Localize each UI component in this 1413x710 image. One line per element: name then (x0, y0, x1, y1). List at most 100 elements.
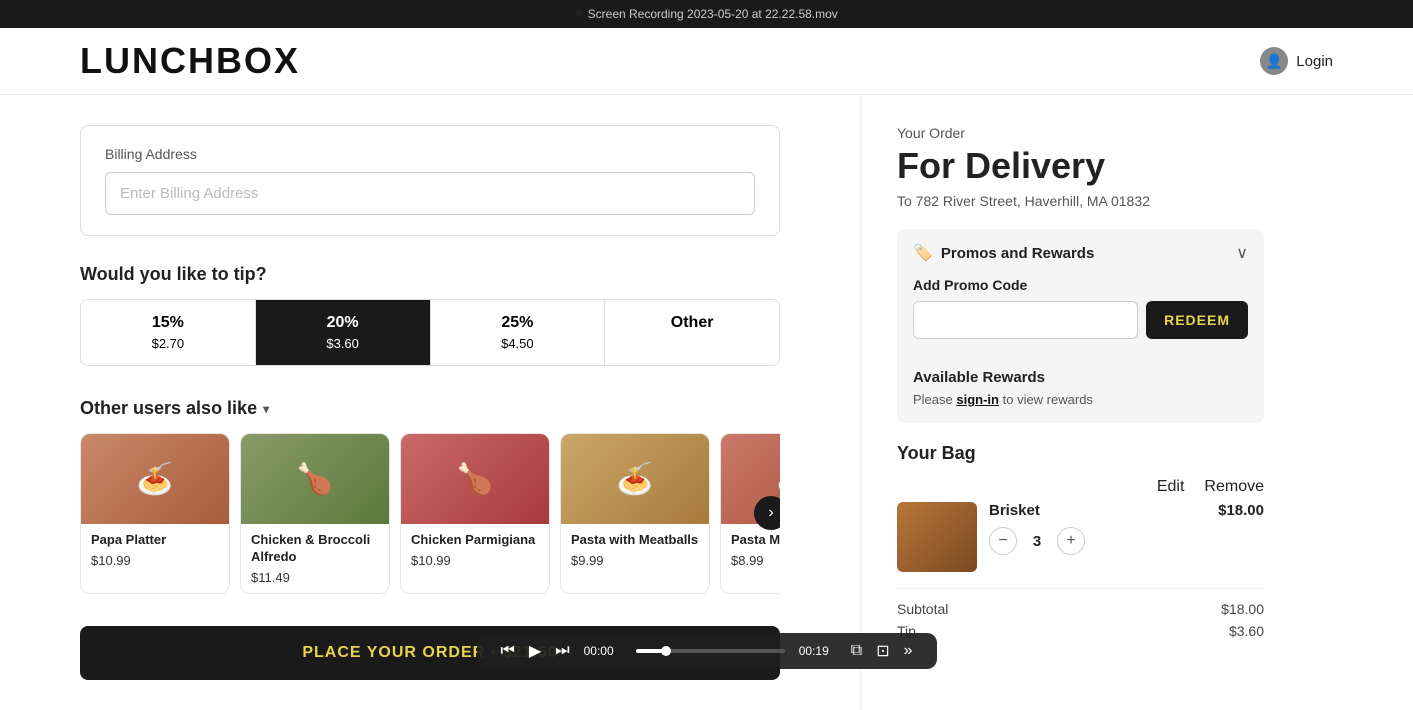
food-price-0: $10.99 (91, 553, 219, 568)
sign-in-link[interactable]: sign-in (956, 392, 999, 407)
bag-item-middle-0: Brisket − 3 + (989, 502, 1206, 555)
promo-code-label: Add Promo Code (913, 277, 1248, 293)
promos-header-left: 🏷️ Promos and Rewards (913, 243, 1094, 263)
promo-input[interactable] (913, 301, 1138, 339)
duration: 00:19 (799, 644, 837, 658)
bag-item-img-0 (897, 502, 977, 572)
billing-section: Billing Address (80, 125, 780, 236)
login-button[interactable]: 👤 Login (1260, 47, 1333, 75)
order-address: To 782 River Street, Haverhill, MA 01832 (897, 193, 1264, 209)
food-card-0[interactable]: 🍝 Papa Platter $10.99 (80, 433, 230, 594)
avatar: 👤 (1260, 47, 1288, 75)
food-img-2: 🍗 (401, 434, 549, 524)
promos-header[interactable]: 🏷️ Promos and Rewards ∨ (897, 229, 1264, 277)
recording-label: Screen Recording 2023-05-20 at 22.22.58.… (588, 7, 838, 21)
rewards-label: Available Rewards (913, 369, 1248, 386)
tip-amt-20: $3.60 (326, 336, 359, 351)
rewards-please: Please (913, 392, 953, 407)
promos-chevron: ∨ (1236, 243, 1248, 263)
main-content: Billing Address Would you like to tip? 1… (0, 95, 860, 710)
promos-box: 🏷️ Promos and Rewards ∨ Add Promo Code R… (897, 229, 1264, 423)
rewards-section: Available Rewards Please sign-in to view… (897, 355, 1264, 423)
food-nav-next[interactable]: › (754, 496, 780, 530)
tip-option-15[interactable]: 15% $2.70 (81, 300, 256, 365)
food-price-2: $10.99 (411, 553, 539, 568)
food-info-0: Papa Platter $10.99 (81, 524, 229, 576)
food-name-2: Chicken Parmigiana (411, 532, 539, 549)
rewards-suffix: to view rewards (1003, 392, 1093, 407)
bag-item-price-0: $18.00 (1218, 502, 1264, 519)
food-name-1: Chicken & Broccoli Alfredo (251, 532, 379, 566)
current-time: 00:00 (584, 644, 622, 658)
header: LUNCHBOX 👤 Login (0, 28, 1413, 95)
tip-amt-15: $2.70 (152, 336, 185, 351)
food-img-0: 🍝 (81, 434, 229, 524)
recording-icon: ⏺ (575, 5, 583, 23)
food-card-2[interactable]: 🍗 Chicken Parmigiana $10.99 (400, 433, 550, 594)
food-price-4: $8.99 (731, 553, 780, 568)
play-icon[interactable]: ▶ (529, 641, 541, 661)
order-summary: Subtotal $18.00 Tip $3.60 (897, 588, 1264, 639)
also-like-section: Other users also like ▾ 🍝 Papa Platter $… (80, 398, 780, 594)
tag-icon: 🏷️ (913, 243, 933, 263)
tip-options: 15% $2.70 20% $3.60 25% $4.50 Other (80, 299, 780, 366)
bag-item-name-0: Brisket (989, 502, 1206, 519)
subtotal-row: Subtotal $18.00 (897, 601, 1264, 617)
order-type: For Delivery (897, 145, 1264, 187)
bag-item-0: Brisket − 3 + $18.00 (897, 502, 1264, 572)
redeem-button[interactable]: REDEEM (1146, 301, 1248, 339)
also-like-items: 🍝 Papa Platter $10.99 🍗 Chicken & Brocco… (80, 433, 780, 594)
food-img-1: 🍗 (241, 434, 389, 524)
food-name-4: Pasta Marinara (731, 532, 780, 549)
tip-row: Tip $3.60 (897, 623, 1264, 639)
top-bar: ⏺ Screen Recording 2023-05-20 at 22.22.5… (0, 0, 1413, 28)
food-card-1[interactable]: 🍗 Chicken & Broccoli Alfredo $11.49 (240, 433, 390, 594)
promos-title: Promos and Rewards (941, 245, 1094, 262)
video-bar: ⏮ ▶ ⏭ 00:00 00:19 ⧉ ⊡ » (477, 633, 937, 669)
tip-section: Would you like to tip? 15% $2.70 20% $3.… (80, 264, 780, 366)
food-info-1: Chicken & Broccoli Alfredo $11.49 (241, 524, 389, 593)
rewards-sign-in-text: Please sign-in to view rewards (913, 392, 1248, 407)
more-icon[interactable]: » (904, 642, 913, 660)
tip-option-20[interactable]: 20% $3.60 (256, 300, 431, 365)
also-like-title: Other users also like (80, 398, 257, 419)
qty-increase-0[interactable]: + (1057, 527, 1085, 555)
food-info-2: Chicken Parmigiana $10.99 (401, 524, 549, 576)
billing-label: Billing Address (105, 146, 755, 162)
rewind-icon[interactable]: ⏮ (501, 642, 515, 660)
food-name-3: Pasta with Meatballs (571, 532, 699, 549)
also-like-chevron: ▾ (263, 402, 269, 416)
bag-item-actions-0: $18.00 (1218, 502, 1264, 519)
food-price-1: $11.49 (251, 570, 379, 585)
promo-code-row: REDEEM (913, 301, 1248, 339)
order-eyebrow: Your Order (897, 125, 1264, 141)
food-info-4: Pasta Marinara $8.99 (721, 524, 780, 576)
billing-input[interactable] (105, 172, 755, 215)
page-layout: Billing Address Would you like to tip? 1… (0, 95, 1413, 710)
fast-forward-icon[interactable]: ⏭ (555, 642, 569, 660)
logo: LUNCHBOX (80, 40, 300, 82)
tip-pct-25: 25% (501, 314, 533, 332)
qty-decrease-0[interactable]: − (989, 527, 1017, 555)
food-name-0: Papa Platter (91, 532, 219, 549)
remove-header-label: Remove (1204, 478, 1264, 496)
subtotal-value: $18.00 (1221, 601, 1264, 617)
tip-summary-value: $3.60 (1229, 623, 1264, 639)
tip-option-25[interactable]: 25% $4.50 (431, 300, 606, 365)
screen-icon[interactable]: ⧉ (851, 642, 862, 660)
food-card-3[interactable]: 🍝 Pasta with Meatballs $9.99 (560, 433, 710, 594)
right-panel: Your Order For Delivery To 782 River Str… (860, 95, 1300, 710)
food-img-3: 🍝 (561, 434, 709, 524)
pip-icon[interactable]: ⊡ (876, 641, 889, 661)
tip-title: Would you like to tip? (80, 264, 780, 285)
progress-bar[interactable] (636, 649, 785, 653)
tip-pct-other: Other (671, 314, 714, 332)
also-like-header[interactable]: Other users also like ▾ (80, 398, 780, 419)
tip-option-other[interactable]: Other (605, 300, 779, 365)
login-label: Login (1296, 53, 1333, 70)
qty-controls-0: − 3 + (989, 527, 1206, 555)
tip-amt-25: $4.50 (501, 336, 534, 351)
promos-body: Add Promo Code REDEEM (897, 277, 1264, 355)
edit-header-label: Edit (1157, 478, 1185, 496)
food-price-3: $9.99 (571, 553, 699, 568)
